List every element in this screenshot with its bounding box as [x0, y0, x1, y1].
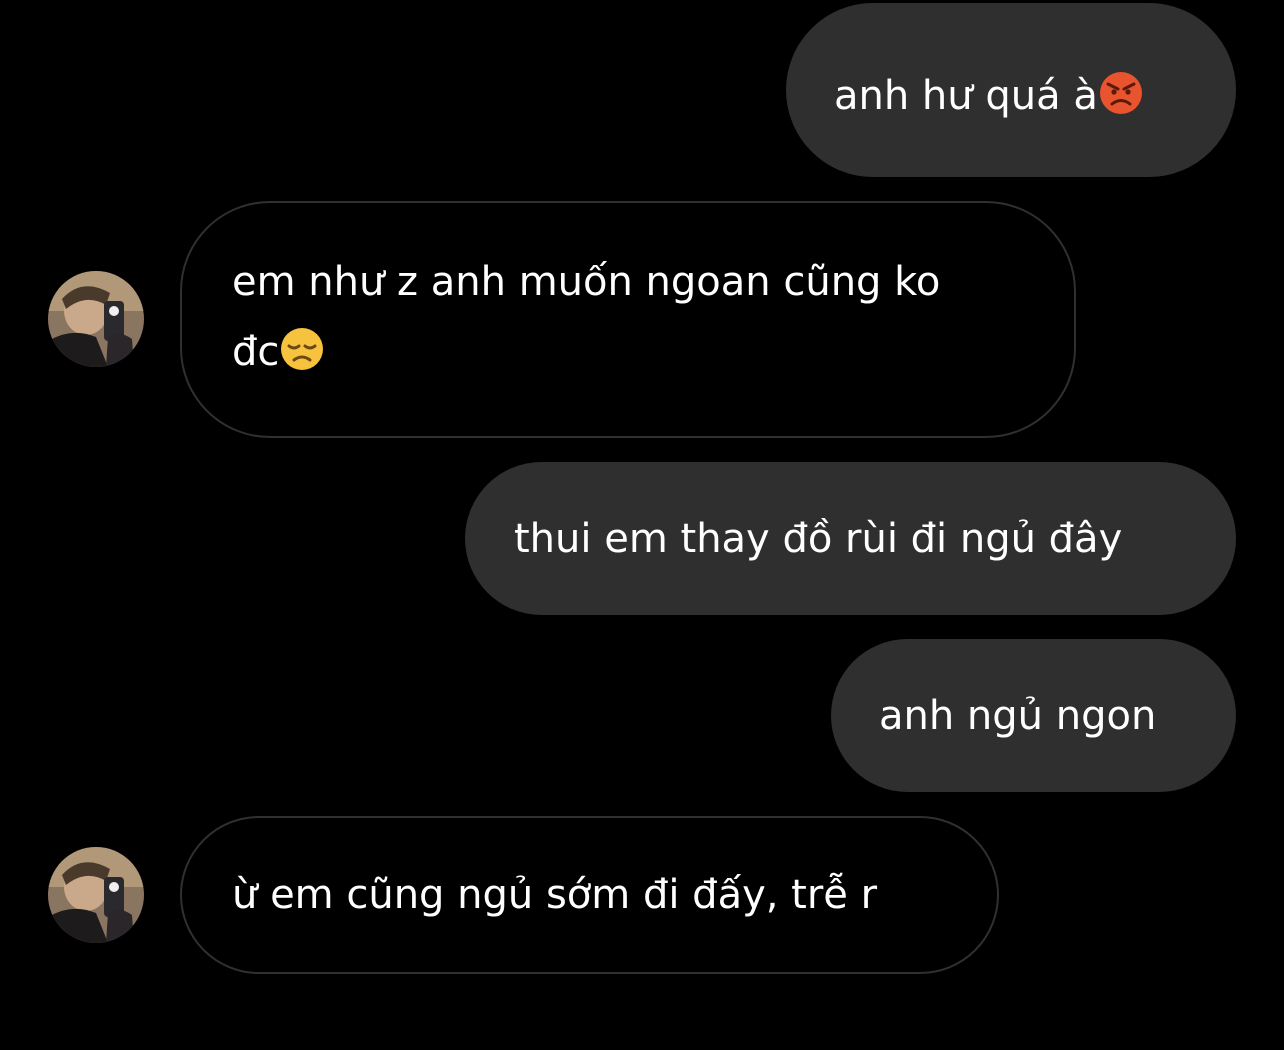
message-bubble-received[interactable]: em như z anh muốn ngoan cũng ko đc — [180, 201, 1076, 438]
chat-thread: anh hư quá à em như z anh muốn ngoan cũn… — [0, 0, 1284, 1050]
angry-face-icon — [1098, 68, 1144, 138]
message-bubble-sent[interactable]: thui em thay đồ rùi đi ngủ đây — [465, 462, 1236, 615]
disappointed-face-icon — [279, 324, 325, 394]
contact-avatar[interactable] — [48, 271, 144, 367]
message-text: anh ngủ ngon — [879, 693, 1157, 739]
message-bubble-received[interactable]: ừ em cũng ngủ sớm đi đấy, trễ r — [180, 816, 999, 974]
contact-avatar[interactable] — [48, 847, 144, 943]
message-bubble-sent[interactable]: anh hư quá à — [786, 3, 1236, 177]
message-text: thui em thay đồ rùi đi ngủ đây — [514, 516, 1123, 562]
message-bubble-sent[interactable]: anh ngủ ngon — [831, 639, 1236, 792]
message-text: anh hư quá à — [834, 73, 1098, 119]
message-text-line: đc — [232, 329, 280, 375]
message-text: ừ em cũng ngủ sớm đi đấy, trễ r — [232, 872, 878, 918]
message-text-line: em như z anh muốn ngoan cũng ko — [232, 259, 941, 305]
